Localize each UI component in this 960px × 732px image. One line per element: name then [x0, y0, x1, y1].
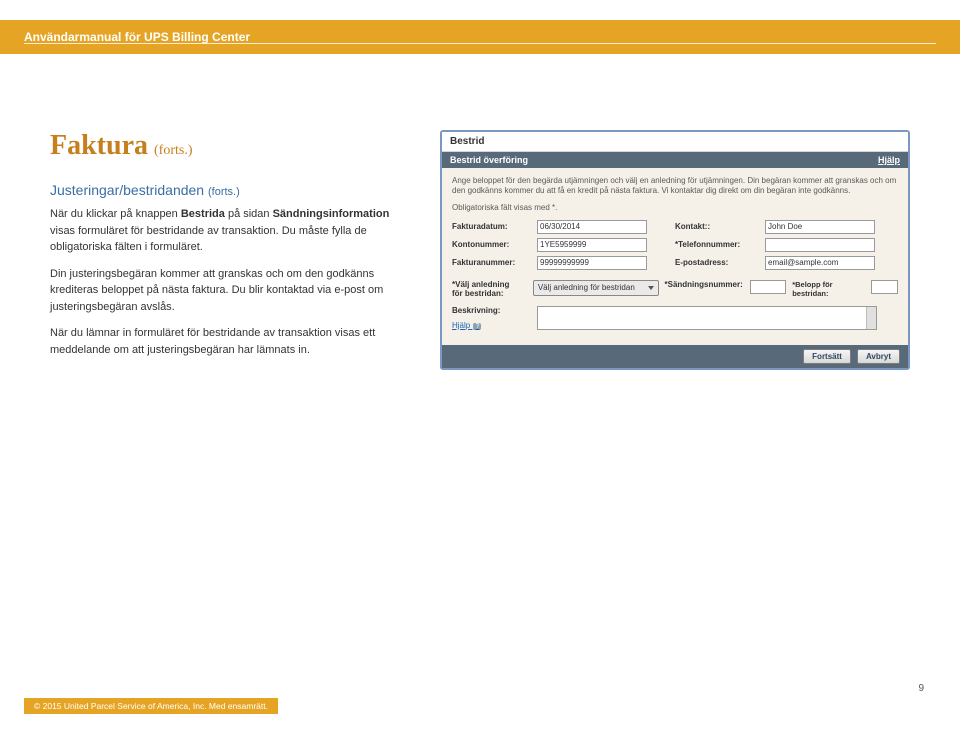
header-band: Användarmanual för UPS Billing Center — [0, 20, 960, 54]
input-telefonnummer[interactable] — [765, 238, 875, 252]
cancel-button[interactable]: Avbryt — [857, 349, 900, 364]
label-telefonnummer: *Telefonnummer: — [675, 240, 765, 249]
label-beskrivning: Beskrivning: — [452, 306, 537, 315]
help-link[interactable]: Hjälp — [878, 155, 900, 165]
body-paragraph-3: När du lämnar in formuläret för bestrida… — [50, 325, 400, 358]
heading-main: Faktura — [50, 130, 148, 162]
textarea-beskrivning[interactable] — [537, 306, 877, 330]
label-kontakt: Kontakt:: — [675, 222, 765, 231]
subhead-main: Justeringar/bestridanden — [50, 182, 204, 198]
header-title: Användarmanual för UPS Billing Center — [24, 30, 250, 44]
form-description: Ange beloppet för den begärda utjämninge… — [452, 176, 898, 197]
button-row: Fortsätt Avbryt — [442, 345, 908, 368]
copyright: © 2015 United Parcel Service of America,… — [24, 698, 278, 714]
heading-suffix: (forts.) — [154, 143, 193, 159]
label-kontonummer: Kontonummer: — [452, 240, 537, 249]
beskrivning-help-text: Hjälp — [452, 321, 470, 330]
label-belopp: *Belopp för bestridan: — [792, 280, 867, 298]
label-fakturanummer: Fakturanummer: — [452, 258, 537, 267]
form-body: Ange beloppet för den begärda utjämninge… — [442, 168, 908, 345]
label-reason-line1: *Välj anledning — [452, 280, 533, 289]
page-number: 9 — [918, 683, 924, 694]
p1-mid: på sidan — [225, 208, 273, 220]
header-underline — [24, 43, 936, 44]
label-epostadress: E-postadress: — [675, 258, 765, 267]
body-paragraph-1: När du klickar på knappen Bestrida på si… — [50, 206, 400, 256]
p1-bold-1: Bestrida — [181, 208, 225, 220]
input-fakturanummer[interactable]: 99999999999 — [537, 256, 647, 270]
label-fakturadatum: Fakturadatum: — [452, 222, 537, 231]
input-kontonummer[interactable]: 1YE5959999 — [537, 238, 647, 252]
question-icon: ? — [473, 323, 481, 330]
label-reason-line2: för bestridan: — [452, 289, 533, 298]
input-epostadress[interactable]: email@sample.com — [765, 256, 875, 270]
body-paragraph-2: Din justeringsbegäran kommer att granska… — [50, 266, 400, 316]
form-screenshot: Bestrid Bestrid överföring Hjälp Ange be… — [440, 130, 910, 370]
input-kontakt[interactable]: John Doe — [765, 220, 875, 234]
subhead-suffix: (forts.) — [208, 186, 240, 198]
scrollbar[interactable] — [866, 307, 876, 329]
p1-bold-2: Sändningsinformation — [273, 208, 390, 220]
bar-label: Bestrid överföring — [450, 155, 528, 165]
p1-post: visas formuläret för bestridande av tran… — [50, 225, 367, 254]
form-title: Bestrid — [442, 132, 908, 152]
input-sandningsnummer[interactable] — [750, 280, 786, 294]
continue-button[interactable]: Fortsätt — [803, 349, 851, 364]
footer: © 2015 United Parcel Service of America,… — [24, 696, 936, 714]
subheading: Justeringar/bestridanden (forts.) — [50, 182, 400, 198]
form-section-bar: Bestrid överföring Hjälp — [442, 152, 908, 168]
input-belopp[interactable] — [871, 280, 898, 294]
beskrivning-help-link[interactable]: Hjälp ? — [452, 321, 481, 330]
page-heading: Faktura (forts.) — [50, 130, 400, 162]
input-fakturadatum[interactable]: 06/30/2014 — [537, 220, 647, 234]
select-reason[interactable]: Välj anledning för bestridan — [533, 280, 659, 296]
left-column: Faktura (forts.) Justeringar/bestridande… — [50, 130, 400, 368]
required-note: Obligatoriska fält visas med *. — [452, 203, 898, 212]
p1-pre: När du klickar på knappen — [50, 208, 181, 220]
label-sandningsnummer: *Sändningsnummer: — [665, 280, 751, 289]
